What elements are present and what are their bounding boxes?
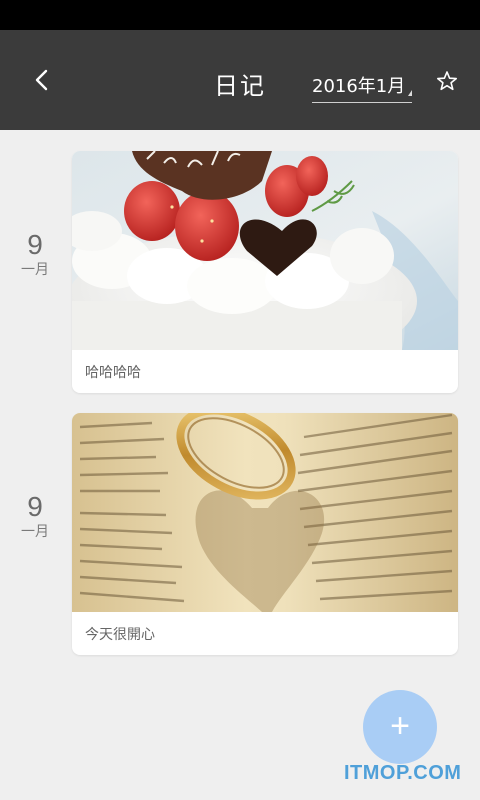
- plus-icon: +: [390, 707, 410, 745]
- star-icon: [436, 71, 458, 91]
- diary-card[interactable]: 哈哈哈哈: [72, 151, 458, 393]
- status-bar: [0, 0, 480, 30]
- app-header: 日记 2016年1月: [0, 30, 480, 130]
- entry-photo-ring: [72, 413, 458, 612]
- entry-caption: 哈哈哈哈: [85, 365, 141, 381]
- watermark: ITMOP.COM: [344, 762, 462, 784]
- add-entry-button[interactable]: +: [363, 690, 437, 764]
- entry-month: 一月: [21, 262, 49, 278]
- entry-date: 9 一月: [10, 229, 60, 279]
- entry-day: 9: [27, 491, 43, 522]
- entry-day: 9: [27, 229, 43, 260]
- entry-month: 一月: [21, 524, 49, 540]
- dropdown-corner-icon: [408, 90, 413, 96]
- favorite-button[interactable]: [436, 70, 458, 92]
- entry-caption: 今天很開心: [85, 627, 155, 643]
- month-selector-label: 2016年1月: [312, 76, 406, 97]
- diary-card[interactable]: 今天很開心: [72, 413, 458, 655]
- entry-date: 9 一月: [10, 491, 60, 541]
- month-selector[interactable]: 2016年1月: [312, 72, 413, 103]
- entry-photo-cake: [72, 151, 458, 350]
